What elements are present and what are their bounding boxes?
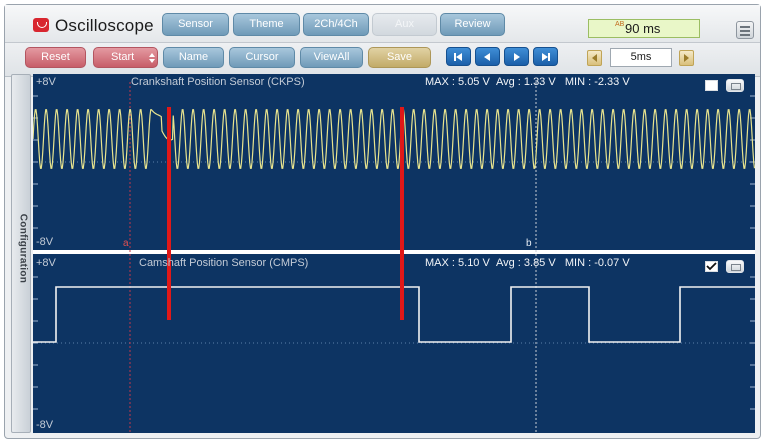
tab-sensor[interactable]: Sensor xyxy=(162,13,229,36)
ch2-max-value: 5.10 V xyxy=(458,257,490,269)
app-title: Oscilloscope xyxy=(55,16,154,35)
start-button[interactable]: Start xyxy=(93,47,158,68)
ch1-max-label: MAX xyxy=(425,76,449,88)
ckps-waveform xyxy=(33,109,755,169)
cmps-waveform xyxy=(33,286,755,343)
waveform-canvas xyxy=(33,82,755,433)
ch1-min-label: MIN xyxy=(564,76,586,88)
ch1-bottom-voltage: -8V xyxy=(36,236,54,248)
skip-first-icon[interactable] xyxy=(446,47,471,66)
tab-review[interactable]: Review xyxy=(440,13,505,36)
reset-button[interactable]: Reset xyxy=(25,47,86,68)
ch2-avg-value: 3.85 V xyxy=(523,257,556,269)
ch1-stats: MAX : 5.05 V Avg : 1.33 V MIN : -2.33 V xyxy=(425,76,630,88)
oscilloscope-logo-icon xyxy=(33,18,49,32)
ch1-avg-label: Avg xyxy=(495,76,515,88)
cursor-button[interactable]: Cursor xyxy=(229,47,295,68)
start-button-label: Start xyxy=(111,51,135,63)
elapsed-time-display: AB 90 ms xyxy=(588,19,700,38)
configuration-label: Configuration xyxy=(17,213,29,284)
zoom-decrease-icon[interactable] xyxy=(587,50,602,66)
checkmark-icon xyxy=(706,262,717,271)
ch1-avg-value: 1.33 V xyxy=(523,76,556,88)
start-spinner-icon xyxy=(149,53,155,63)
ch2-top-voltage: +8V xyxy=(36,257,56,269)
zoom-increase-icon[interactable] xyxy=(679,50,694,66)
cursor-a-label: a xyxy=(123,238,129,249)
ch2-min-label: MIN xyxy=(564,257,586,269)
ch2-max-label: MAX xyxy=(425,257,449,269)
channel-divider xyxy=(33,250,755,254)
play-icon[interactable] xyxy=(504,47,529,66)
ch2-visible-checkbox[interactable] xyxy=(705,261,718,272)
name-button[interactable]: Name xyxy=(163,47,224,68)
ch1-expand-icon[interactable] xyxy=(726,79,744,92)
hamburger-menu-icon[interactable] xyxy=(736,21,754,39)
tab-aux: Aux xyxy=(372,13,437,36)
elapsed-time-value: 90 ms xyxy=(625,21,661,36)
ch1-visible-checkbox[interactable] xyxy=(705,80,718,91)
red-marker-line-1 xyxy=(167,107,171,320)
ch1-min-value: -2.33 V xyxy=(594,76,630,88)
ab-marker-label: AB xyxy=(615,21,625,28)
ch2-avg-label: Avg xyxy=(495,257,515,269)
ch2-sensor-name: Camshaft Position Sensor (CMPS) xyxy=(139,257,309,269)
ch1-sensor-name: Crankshaft Position Sensor (CKPS) xyxy=(131,76,305,88)
ch2-min-value: -0.07 V xyxy=(594,257,630,269)
save-button[interactable]: Save xyxy=(368,47,431,68)
cursor-b-label: b xyxy=(526,238,532,249)
scope-display: +8V Crankshaft Position Sensor (CKPS) MA… xyxy=(33,74,755,433)
ch1-max-value: 5.05 V xyxy=(458,76,490,88)
tab-channels[interactable]: 2Ch/4Ch xyxy=(303,13,369,36)
ch1-top-voltage: +8V xyxy=(36,76,56,88)
red-marker-line-2 xyxy=(400,107,404,320)
step-back-icon[interactable] xyxy=(475,47,500,66)
skip-last-icon[interactable] xyxy=(533,47,558,66)
ch2-bottom-voltage: -8V xyxy=(36,419,54,431)
title-bar: Oscilloscope Sensor Theme 2Ch/4Ch Aux Re… xyxy=(5,5,760,43)
ch2-expand-icon[interactable] xyxy=(726,260,744,273)
configuration-panel-tab[interactable]: Configuration xyxy=(11,74,31,433)
ch2-stats: MAX : 5.10 V Avg : 3.85 V MIN : -0.07 V xyxy=(425,257,630,269)
tab-theme[interactable]: Theme xyxy=(233,13,300,36)
viewall-button[interactable]: ViewAll xyxy=(300,47,363,68)
time-scale-value[interactable]: 5ms xyxy=(610,48,672,67)
